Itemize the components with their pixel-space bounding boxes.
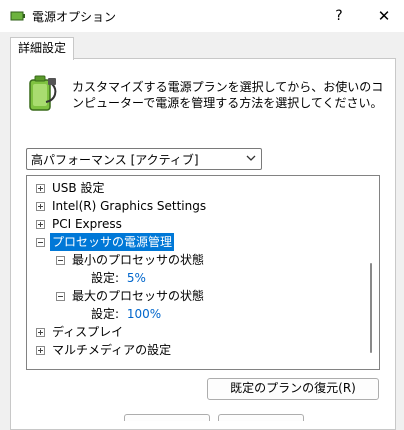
plus-box-icon[interactable] (36, 346, 45, 355)
tab-advanced-settings[interactable]: 詳細設定 (10, 37, 74, 60)
tree-scrollbar[interactable] (367, 179, 377, 364)
settings-tree[interactable]: USB 設定 Intel(R) Graphics Settings PCI Ex… (26, 175, 380, 370)
setting-value-link[interactable]: 100% (127, 307, 161, 321)
power-plan-select[interactable]: 高パフォーマンス [アクティブ] (26, 148, 262, 170)
plus-box-icon[interactable] (36, 220, 45, 229)
setting-value-link[interactable]: 5% (127, 271, 146, 285)
tree-item-label: 最大のプロセッサの状態 (72, 289, 205, 303)
battery-plug-icon (29, 75, 57, 111)
tree-item-label: USB 設定 (52, 181, 105, 195)
title-bar: 電源オプション ? ✕ (0, 0, 404, 32)
plus-box-icon[interactable] (36, 202, 45, 211)
tree-item-label: Intel(R) Graphics Settings (52, 199, 207, 213)
tree-item-max-setting[interactable]: 設定: 100% (91, 305, 161, 323)
tree-item-label: マルチメディアの設定 (52, 343, 172, 357)
scrollbar-thumb[interactable] (370, 263, 372, 353)
minus-box-icon[interactable] (56, 292, 65, 301)
setting-label: 設定: (91, 307, 120, 321)
plus-box-icon[interactable] (36, 328, 45, 337)
help-button[interactable]: ? (324, 0, 354, 32)
power-options-icon (10, 11, 25, 21)
chevron-down-icon (246, 155, 256, 161)
minus-box-icon[interactable] (56, 256, 65, 265)
tree-item-min-setting[interactable]: 設定: 5% (91, 269, 146, 287)
minus-box-icon[interactable] (36, 238, 45, 247)
plan-description: カスタマイズする電源プランを選択してから、お使いのコンピューターで電源を管理する… (72, 80, 384, 110)
tree-item-label: PCI Express (52, 217, 122, 231)
window-title: 電源オプション (32, 10, 117, 24)
power-plan-select-value: 高パフォーマンス [アクティブ] (31, 153, 199, 167)
restore-default-plan-button[interactable]: 既定のプランの復元(R) (207, 378, 379, 400)
close-button[interactable]: ✕ (364, 0, 404, 32)
plus-box-icon[interactable] (36, 184, 45, 193)
tree-item-label: ディスプレイ (52, 325, 124, 339)
tree-item-label: プロセッサの電源管理 (50, 233, 175, 251)
setting-label: 設定: (91, 271, 120, 285)
tree-item-label: 最小のプロセッサの状態 (72, 253, 205, 267)
